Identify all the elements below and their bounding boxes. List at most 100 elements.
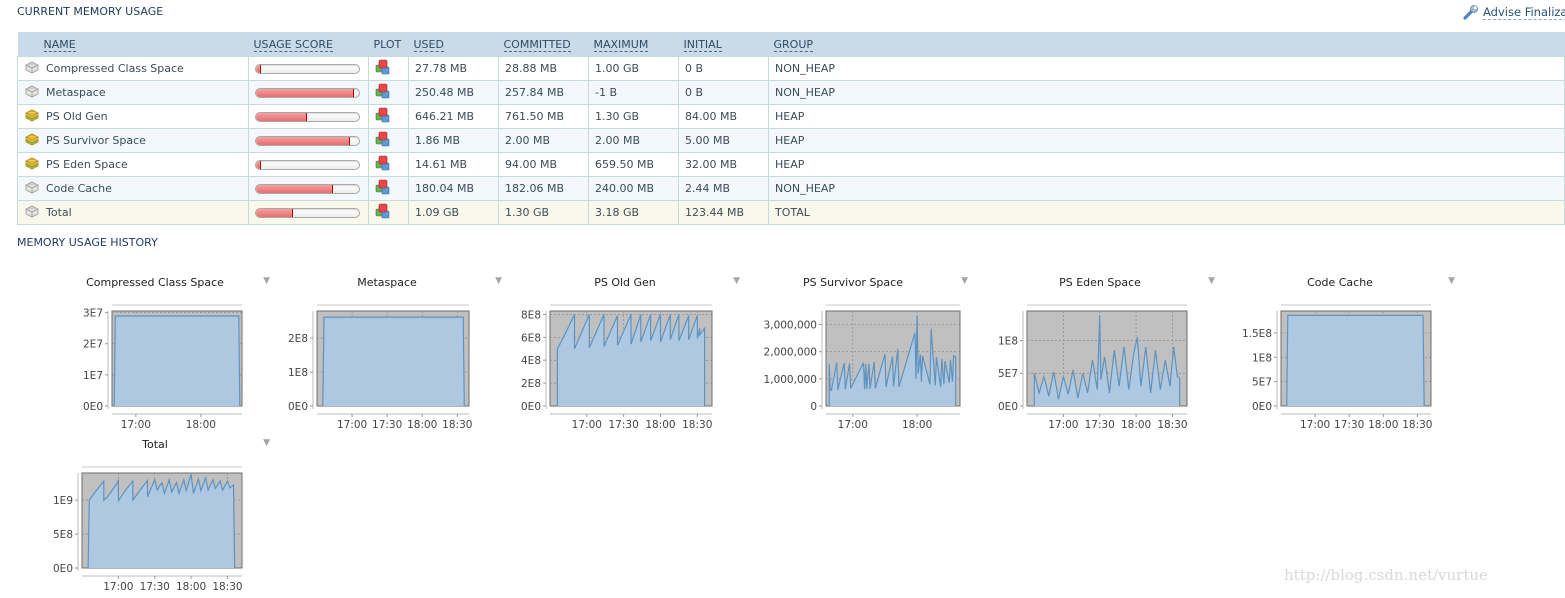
usage-score-cell — [248, 56, 369, 81]
chart-svg: 0 1,000,000 2,000,000 3,000,000 17:00 18:00 — [764, 304, 961, 431]
x-tick-label: 18:30 — [1157, 419, 1187, 431]
memory-usage-table: NAME USAGE SCORE PLOT USED COMMITTED MAX… — [17, 32, 1565, 225]
column-header-committed[interactable]: COMMITTED — [498, 32, 589, 57]
y-tick-label: 5E7 — [1252, 377, 1272, 389]
usage-score-fill — [256, 184, 334, 193]
history-chart: PS Old Gen ▼ 0E0 2E8 4E8 6E8 8E8 17:00 17:30 18:0… — [510, 276, 740, 436]
x-tick-label: 17:00 — [337, 419, 367, 431]
chart-menu-dropdown-icon[interactable]: ▼ — [961, 276, 968, 286]
usage-score-bar — [255, 63, 360, 74]
chart-menu-dropdown-icon[interactable]: ▼ — [263, 438, 270, 448]
table-row: Compressed Class Space 27.78 MB 28.88 MB 1.… — [17, 56, 1565, 81]
gray-block-icon — [24, 60, 40, 77]
table-row: Code Cache 180.04 MB 182.06 MB 240.00 MB 2.4… — [17, 176, 1565, 201]
y-tick-label: 5E8 — [53, 529, 73, 541]
y-tick-label: 1E8 — [288, 367, 308, 379]
table-row: PS Eden Space 14.61 MB 94.00 MB 659.50 MB 32… — [17, 152, 1565, 177]
column-header-name[interactable]: NAME — [17, 32, 249, 57]
group-cell: NON_HEAP — [768, 56, 1565, 81]
chart-menu-dropdown-icon[interactable]: ▼ — [1208, 276, 1215, 286]
maximum-cell: 1.00 GB — [588, 56, 679, 81]
plot-icon[interactable] — [375, 107, 391, 126]
committed-cell: 257.84 MB — [498, 80, 589, 105]
x-tick-label: 17:00 — [838, 419, 868, 431]
x-tick-label: 17:30 — [1085, 419, 1115, 431]
current-memory-usage-title: CURRENT MEMORY USAGE — [17, 5, 164, 18]
column-header-plot: PLOT — [368, 32, 409, 57]
x-tick-label: 18:00 — [407, 419, 437, 431]
plot-icon[interactable] — [375, 155, 391, 174]
plot-cell — [368, 128, 409, 153]
chart-title: PS Old Gen — [594, 276, 656, 289]
maximum-cell: 3.18 GB — [588, 200, 679, 225]
chart-title: Code Cache — [1307, 276, 1373, 289]
maximum-cell: 1.30 GB — [588, 104, 679, 129]
pool-name: PS Eden Space — [46, 158, 128, 171]
plot-icon[interactable] — [375, 59, 391, 78]
x-tick-label: 18:00 — [645, 419, 675, 431]
pool-name: Metaspace — [46, 86, 106, 99]
chart-menu-dropdown-icon[interactable]: ▼ — [263, 276, 270, 286]
y-tick-label: 0E0 — [521, 401, 541, 413]
x-tick-label: 18:00 — [186, 419, 216, 431]
column-header-usage-score[interactable]: USAGE SCORE — [248, 32, 369, 57]
column-header-group[interactable]: GROUP — [768, 32, 1565, 57]
committed-cell: 28.88 MB — [498, 56, 589, 81]
group-cell: NON_HEAP — [768, 176, 1565, 201]
usage-score-cell — [248, 128, 369, 153]
initial-cell: 32.00 MB — [678, 152, 769, 177]
chart-title: Total — [142, 438, 168, 451]
history-chart: Code Cache ▼ 0E0 5E7 1E8 1.5E8 17:00 17:30 18:00… — [1225, 276, 1455, 436]
advise-finalization-link[interactable]: Advise Finalizat — [1463, 4, 1565, 20]
x-tick-label: 18:00 — [176, 581, 206, 593]
initial-cell: 2.44 MB — [678, 176, 769, 201]
plot-icon[interactable] — [375, 83, 391, 102]
column-header-initial[interactable]: INITIAL — [678, 32, 769, 57]
plot-icon[interactable] — [375, 179, 391, 198]
plot-cell — [368, 152, 409, 177]
initial-cell: 0 B — [678, 56, 769, 81]
pool-name: PS Survivor Space — [46, 134, 146, 147]
usage-score-bar — [255, 87, 360, 98]
used-cell: 27.78 MB — [408, 56, 499, 81]
y-tick-label: 5E7 — [998, 368, 1018, 380]
committed-cell: 761.50 MB — [498, 104, 589, 129]
x-tick-label: 17:30 — [609, 419, 639, 431]
y-tick-label: 6E8 — [521, 332, 541, 344]
plot-cell — [368, 80, 409, 105]
usage-score-cell — [248, 104, 369, 129]
name-cell: Total — [17, 200, 249, 225]
x-tick-label: 18:00 — [1121, 419, 1151, 431]
usage-score-fill — [256, 112, 308, 121]
chart-svg: 0E0 1E8 2E8 17:00 17:30 18:00 18:30 — [288, 304, 472, 431]
wrench-icon — [1463, 5, 1478, 20]
maximum-cell: 240.00 MB — [588, 176, 679, 201]
usage-score-fill — [256, 160, 262, 169]
used-cell: 1.09 GB — [408, 200, 499, 225]
column-header-used[interactable]: USED — [408, 32, 499, 57]
group-cell: HEAP — [768, 104, 1565, 129]
usage-score-fill — [256, 208, 294, 217]
usage-score-fill — [256, 136, 350, 145]
gray-block-icon — [24, 204, 40, 221]
initial-cell: 123.44 MB — [678, 200, 769, 225]
x-tick-label: 17:00 — [572, 419, 602, 431]
y-tick-label: 3E7 — [83, 308, 103, 320]
plot-cell — [368, 176, 409, 201]
history-chart: PS Eden Space ▼ 0E0 5E7 1E8 17:00 17:30 18:00 18… — [985, 276, 1215, 436]
x-tick-label: 17:00 — [1300, 419, 1330, 431]
chart-menu-dropdown-icon[interactable]: ▼ — [1448, 276, 1455, 286]
plot-icon[interactable] — [375, 131, 391, 150]
history-chart: Total ▼ 0E0 5E8 1E9 17:00 17:30 18:00 18:30 — [40, 438, 270, 598]
table-header-row: NAME USAGE SCORE PLOT USED COMMITTED MAX… — [17, 32, 1565, 57]
plot-icon[interactable] — [375, 203, 391, 222]
chart-menu-dropdown-icon[interactable]: ▼ — [495, 276, 502, 286]
initial-cell: 84.00 MB — [678, 104, 769, 129]
advise-finalization-label: Advise Finalizat — [1483, 5, 1565, 20]
series-area — [1286, 315, 1425, 406]
x-tick-label: 18:00 — [902, 419, 932, 431]
plot-cell — [368, 200, 409, 225]
y-tick-label: 1E8 — [998, 335, 1018, 347]
chart-svg: 0E0 5E7 1E8 17:00 17:30 18:00 18:30 — [998, 304, 1188, 431]
column-header-maximum[interactable]: MAXIMUM — [588, 32, 679, 57]
